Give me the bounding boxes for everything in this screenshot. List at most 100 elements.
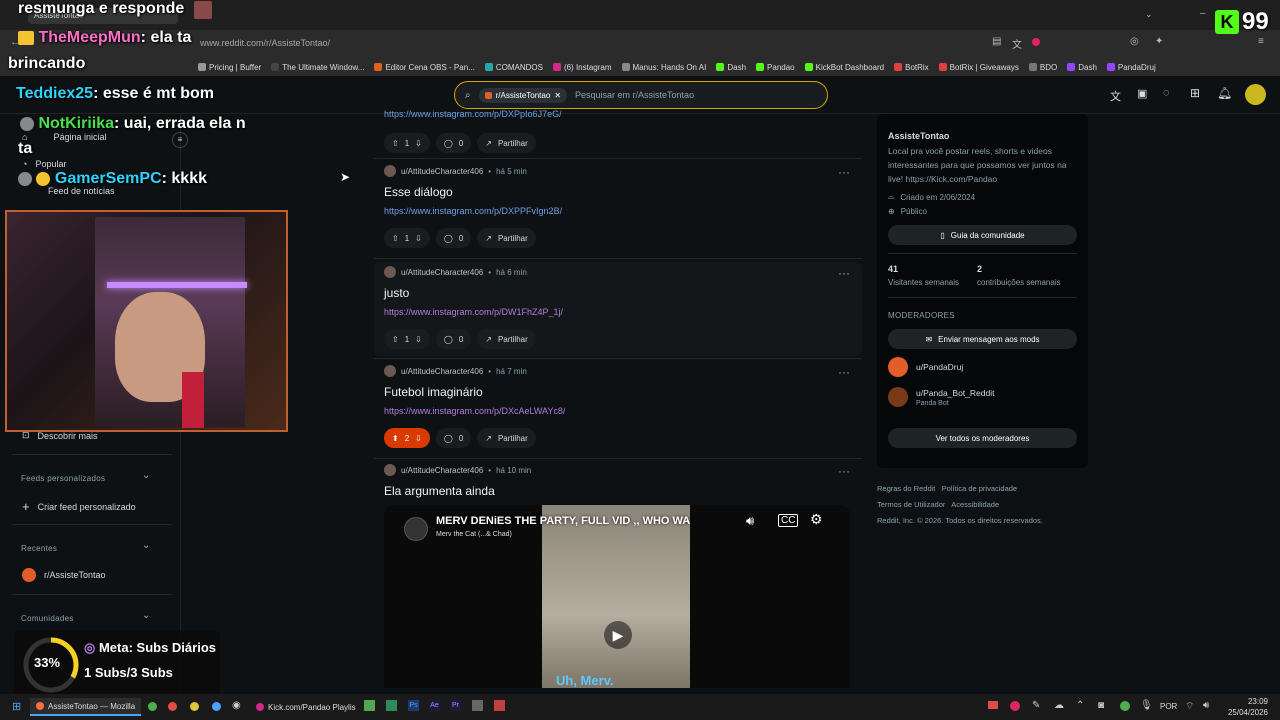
avatar[interactable] <box>384 464 396 476</box>
post-card[interactable]: https://www.instagram.com/p/DXPpIo6J7eG/… <box>374 109 862 155</box>
post-link[interactable]: https://www.instagram.com/p/DXPPFvIgn2B/ <box>384 206 862 216</box>
post-link[interactable]: https://www.instagram.com/p/DXPpIo6J7eG/ <box>384 109 862 119</box>
create-feed-button[interactable]: + Criar feed personalizado <box>22 499 136 514</box>
bookmark[interactable]: Pricing | Buffer <box>198 63 261 72</box>
bookmark[interactable]: BotRix <box>894 63 929 72</box>
post-card[interactable]: u/AttitudeCharacter406 • há 6 min ··· just… <box>374 262 862 356</box>
app-icon[interactable] <box>168 702 177 711</box>
comments-button[interactable]: ◯ 0 <box>435 428 472 448</box>
tray-icon[interactable]: ☁ <box>1054 700 1064 711</box>
translate-icon[interactable]: 文 <box>1110 88 1121 104</box>
photoshop-icon[interactable]: Ps <box>408 700 419 711</box>
sidebar-item-popular[interactable]: ◔ Popular <box>22 159 66 169</box>
post-card[interactable]: u/AttitudeCharacter406 • há 7 min ··· Fute… <box>374 365 862 450</box>
moderator-item[interactable]: u/Panda_Bot_Reddit Panda Bot <box>888 387 994 407</box>
app-icon[interactable] <box>364 700 375 711</box>
avatar[interactable] <box>384 266 396 278</box>
vote-control[interactable]: ⇧ 1 ⇩ <box>384 133 430 153</box>
search-bar[interactable]: ⌕ r/AssisteTontao ✕ Pesquisar em r/Assis… <box>454 81 828 109</box>
post-author[interactable]: u/AttitudeCharacter406 <box>401 268 483 277</box>
tray-icon[interactable]: ✎ <box>1032 700 1040 711</box>
share-button[interactable]: ↗ Partilhar <box>477 428 536 448</box>
app-icon[interactable] <box>212 702 221 711</box>
bookmark[interactable]: The Ultimate Window... <box>271 63 364 72</box>
post-author[interactable]: u/AttitudeCharacter406 <box>401 367 483 376</box>
volume-icon[interactable]: 🔊︎ <box>1203 700 1209 711</box>
tray-icon[interactable]: ⌃ <box>1076 700 1084 711</box>
network-icon[interactable]: ⌔ <box>1185 700 1194 713</box>
vote-control[interactable]: ⬆ 2 ⇩ <box>384 428 430 448</box>
post-title[interactable]: Ela argumenta ainda <box>384 484 862 498</box>
post-card[interactable]: u/AttitudeCharacter406 • há 10 min ··· Ela… <box>374 464 862 504</box>
recent-header[interactable]: Recentes <box>21 544 57 553</box>
bookmark[interactable]: Editor Cena OBS - Pan... <box>374 63 475 72</box>
channel-avatar[interactable] <box>404 517 428 541</box>
upvote-icon[interactable]: ⇧ <box>392 139 399 148</box>
chat-icon[interactable]: ◌ <box>1163 87 1170 99</box>
video-title[interactable]: MERV DENiES THE PARTY, FULL VID ,, WHO W… <box>436 515 690 527</box>
message-mods-button[interactable]: ✉ Enviar mensagem aos mods <box>888 329 1077 349</box>
extension-icon[interactable]: ◎ <box>1130 36 1139 47</box>
share-button[interactable]: ↗ Partilhar <box>477 329 536 349</box>
search-placeholder[interactable]: Pesquisar em r/AssisteTontao <box>575 90 694 100</box>
chevron-down-icon[interactable]: ⌄ <box>1145 9 1153 20</box>
downvote-icon[interactable]: ⇩ <box>415 234 422 243</box>
bookmark[interactable]: Pandao <box>756 63 795 72</box>
upvote-icon[interactable]: ⇧ <box>392 335 399 344</box>
after-effects-icon[interactable]: Ae <box>429 700 440 711</box>
privacy-link[interactable]: Política de privacidade <box>942 484 1017 493</box>
embedded-video[interactable]: MERV DENiES THE PARTY, FULL VID ,, WHO W… <box>384 505 850 688</box>
volume-icon[interactable]: 🔊︎ <box>746 513 754 529</box>
user-avatar[interactable] <box>1245 84 1266 105</box>
app-icon[interactable] <box>190 702 199 711</box>
avatar[interactable] <box>384 365 396 377</box>
vote-control[interactable]: ⇧ 1 ⇩ <box>384 329 430 349</box>
chevron-down-icon[interactable]: ⌄ <box>142 540 150 551</box>
bookmark[interactable]: COMANDOS <box>484 63 543 72</box>
captions-icon[interactable]: CC <box>778 514 799 527</box>
tray-icon[interactable] <box>1010 701 1020 711</box>
post-author[interactable]: u/AttitudeCharacter406 <box>401 466 483 475</box>
share-button[interactable]: ↗ Partilhar <box>477 228 536 248</box>
clock[interactable]: 23:09 25/04/2026 <box>1224 696 1268 718</box>
puzzle-icon[interactable]: ✦ <box>1155 36 1163 47</box>
video-channel[interactable]: Merv the Cat (...& Chad) <box>436 531 512 538</box>
upvote-icon[interactable]: ⇧ <box>392 234 399 243</box>
play-button[interactable]: ▶ <box>604 621 632 649</box>
more-options-icon[interactable]: ··· <box>838 464 850 478</box>
taskbar-window-kick[interactable]: Kick.com/Pandao Playlis <box>250 698 362 716</box>
bookmark[interactable]: Dash <box>1067 63 1097 72</box>
notifications-icon[interactable]: 🔔︎ <box>1217 86 1232 100</box>
view-all-mods-button[interactable]: Ver todos os moderadores <box>888 428 1077 448</box>
bookmark[interactable]: KickBot Dashboard <box>804 63 884 72</box>
post-link[interactable]: https://www.instagram.com/p/DXcAeLWAYc8/ <box>384 406 862 416</box>
post-card[interactable]: u/AttitudeCharacter406 • há 5 min ··· Esse… <box>374 165 862 250</box>
comments-button[interactable]: ◯ 0 <box>435 133 472 153</box>
microphone-icon[interactable]: 🎙︎ <box>1140 700 1153 711</box>
bookmark[interactable]: BotRix | Giveaways <box>938 63 1019 72</box>
downvote-icon[interactable]: ⇩ <box>415 335 422 344</box>
post-title[interactable]: Futebol imaginário <box>384 385 862 399</box>
close-icon[interactable]: ✕ <box>554 91 561 100</box>
post-link[interactable]: https://www.instagram.com/p/DW1FhZ4P_1j/ <box>384 307 862 317</box>
translate-icon[interactable]: 文 <box>1012 36 1022 51</box>
app-icon[interactable] <box>472 700 483 711</box>
extension-icon[interactable] <box>1032 38 1040 46</box>
premiere-icon[interactable]: Pr <box>450 700 461 711</box>
vote-control[interactable]: ⇧ 1 ⇩ <box>384 228 430 248</box>
language-indicator[interactable]: POR <box>1160 702 1177 711</box>
more-options-icon[interactable]: ··· <box>838 365 850 379</box>
share-button[interactable]: ↗ Partilhar <box>477 133 536 153</box>
community-search-chip[interactable]: r/AssisteTontao ✕ <box>478 87 568 103</box>
accessibility-link[interactable]: Acessibilidade <box>951 500 999 509</box>
sidebar-item-recent-community[interactable]: r/AssisteTontao <box>22 568 106 582</box>
comments-button[interactable]: ◯ 0 <box>435 228 472 248</box>
bookmark[interactable]: PandaDruj <box>1106 63 1156 72</box>
app-icon[interactable] <box>148 702 157 711</box>
app-icon[interactable] <box>494 700 505 711</box>
taskbar-window-firefox[interactable]: AssisteTontao — Mozilla <box>30 698 142 716</box>
bookmark[interactable]: BDO <box>1028 63 1057 72</box>
settings-icon[interactable]: ⚙ <box>810 511 823 528</box>
discord-icon[interactable]: ◙ <box>1098 700 1104 711</box>
downvote-icon[interactable]: ⇩ <box>415 434 422 443</box>
